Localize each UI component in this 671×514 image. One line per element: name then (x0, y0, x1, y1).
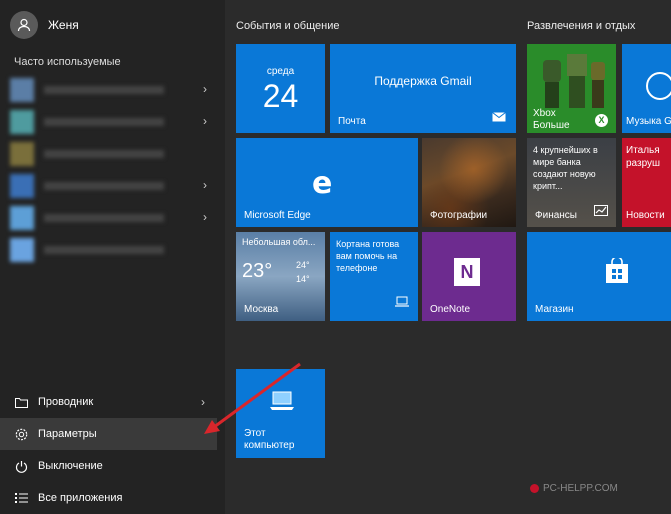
settings-button[interactable]: Параметры (0, 418, 217, 450)
music-tile[interactable]: Музыка Gr (622, 44, 671, 133)
photos-tile[interactable]: Фотографии (422, 138, 516, 227)
weather-low: 14° (296, 274, 310, 284)
weather-city: Москва (244, 304, 279, 315)
app-label (44, 214, 164, 222)
power-icon (14, 459, 28, 473)
app-label (44, 86, 164, 94)
watermark-text: PC-HELPP.COM (543, 483, 618, 494)
gear-icon (14, 427, 28, 441)
xbox-tile[interactable]: Xbox Больше X (527, 44, 616, 133)
list-item[interactable]: › (10, 170, 215, 202)
all-apps-button[interactable]: Все приложения (0, 482, 225, 514)
frequent-header: Часто используемые (14, 56, 121, 68)
weather-condition: Небольшая обл... (242, 237, 316, 247)
power-label: Выключение (38, 460, 103, 472)
app-icon (10, 206, 34, 230)
phone-laptop-icon (394, 295, 410, 313)
finance-label: Финансы (535, 210, 577, 221)
list-item[interactable] (10, 234, 215, 266)
weather-temp: 23° (242, 260, 273, 282)
app-icon (10, 238, 34, 262)
finance-text: 4 крупнейших в мире банка создают новую … (533, 145, 598, 191)
app-icon (10, 174, 34, 198)
xbox-label: Xbox (533, 108, 556, 119)
user-avatar-icon (10, 11, 38, 39)
mail-sender: Поддержка Gmail (374, 74, 472, 88)
explorer-button[interactable]: Проводник › (0, 386, 225, 418)
start-bottom-menu: Проводник › Параметры Выключение Все при… (0, 386, 225, 514)
app-label (44, 246, 164, 254)
finance-tile[interactable]: 4 крупнейших в мире банка создают новую … (527, 138, 616, 227)
app-label (44, 118, 164, 126)
chevron-right-icon[interactable]: › (203, 210, 207, 224)
this-pc-label: Этот компьютер (244, 428, 295, 451)
store-tile[interactable]: Магазин (527, 232, 671, 321)
chart-icon (594, 203, 608, 221)
onenote-icon: N (454, 258, 480, 286)
xbox-avatars-image (537, 52, 607, 110)
news-text: Италья разруш (626, 145, 661, 169)
edge-icon: e (312, 166, 333, 201)
app-label (44, 182, 164, 190)
news-label: Новости (626, 210, 665, 221)
onenote-tile[interactable]: N OneNote (422, 232, 516, 321)
watermark-logo-icon (530, 484, 539, 493)
store-label: Магазин (535, 304, 574, 315)
chevron-right-icon[interactable]: › (201, 395, 205, 409)
watermark: PC-HELPP.COM (530, 483, 618, 494)
user-account[interactable]: Женя (10, 10, 79, 40)
list-item[interactable]: › (10, 202, 215, 234)
group-title-entertainment: Развлечения и отдых (527, 20, 636, 32)
list-item[interactable] (10, 138, 215, 170)
edge-label: Microsoft Edge (244, 210, 311, 221)
frequent-apps-list: › › › › (10, 74, 215, 266)
explorer-label: Проводник (38, 396, 94, 408)
calendar-day: среда (266, 66, 295, 77)
app-icon (10, 142, 34, 166)
chevron-right-icon[interactable]: › (203, 178, 207, 192)
this-pc-tile[interactable]: Этот компьютер (236, 369, 325, 458)
mail-label: Почта (338, 116, 366, 127)
mail-icon (492, 109, 506, 127)
all-apps-label: Все приложения (38, 492, 123, 504)
edge-tile[interactable]: e Microsoft Edge (236, 138, 418, 227)
list-item[interactable]: › (10, 74, 215, 106)
start-left-pane: Женя Часто используемые › › › › Проводни… (0, 0, 225, 514)
power-button[interactable]: Выключение (0, 450, 225, 482)
chevron-right-icon[interactable]: › (203, 82, 207, 96)
weather-tile[interactable]: Небольшая обл... 23° 24° 14° Москва (236, 232, 325, 321)
store-icon (605, 256, 629, 289)
user-name: Женя (48, 18, 79, 32)
list-icon (14, 491, 28, 505)
weather-high: 24° (296, 260, 310, 270)
calendar-tile[interactable]: среда 24 (236, 44, 325, 133)
xbox-sub: Больше (533, 120, 570, 131)
folder-icon (14, 395, 28, 409)
group-title-events: События и общение (236, 20, 340, 32)
news-tile[interactable]: Италья разруш Новости (622, 138, 671, 227)
cortana-text: Кортана готова вам помочь на телефоне (336, 239, 400, 273)
app-label (44, 150, 164, 158)
mail-tile[interactable]: Поддержка Gmail Почта (330, 44, 516, 133)
chevron-right-icon[interactable]: › (203, 114, 207, 128)
list-item[interactable]: › (10, 106, 215, 138)
settings-label: Параметры (38, 428, 97, 440)
cortana-tile[interactable]: Кортана готова вам помочь на телефоне (330, 232, 418, 321)
photos-label: Фотографии (430, 210, 488, 221)
computer-icon (270, 391, 294, 416)
music-icon (646, 72, 671, 100)
calendar-date: 24 (262, 78, 299, 114)
music-label: Музыка Gr (626, 116, 671, 127)
app-icon (10, 78, 34, 102)
onenote-label: OneNote (430, 304, 471, 315)
xbox-icon: X (595, 114, 608, 127)
app-icon (10, 110, 34, 134)
